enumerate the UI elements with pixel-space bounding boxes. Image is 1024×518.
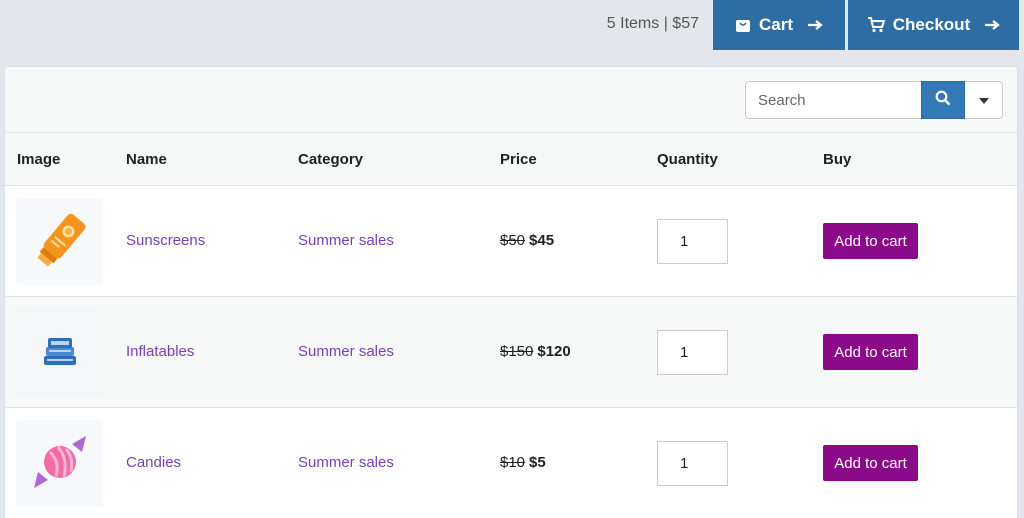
inflatable-icon xyxy=(40,334,80,372)
cart-button[interactable]: Cart xyxy=(713,0,845,50)
quantity-input[interactable] xyxy=(657,330,728,375)
product-name-link[interactable]: Candies xyxy=(126,454,181,471)
bag-icon xyxy=(735,17,751,33)
candy-icon xyxy=(28,430,92,498)
sale-price: $5 xyxy=(529,454,546,471)
search-button[interactable] xyxy=(921,81,965,119)
panel-toolbar xyxy=(5,67,1017,133)
product-category-link[interactable]: Summer sales xyxy=(298,232,394,249)
product-name-link[interactable]: Sunscreens xyxy=(126,232,205,249)
checkout-button-label: Checkout xyxy=(892,15,971,34)
arrow-right-icon xyxy=(984,19,1000,31)
column-header-category: Category xyxy=(298,151,364,168)
product-image xyxy=(16,198,103,285)
cart-summary: 5 Items | $57 xyxy=(606,15,699,32)
product-image xyxy=(16,309,103,396)
sale-price: $120 xyxy=(537,343,571,360)
column-header-image: Image xyxy=(17,151,61,168)
column-header-price: Price xyxy=(500,151,537,168)
product-image xyxy=(16,420,103,507)
arrow-right-icon xyxy=(807,19,823,31)
product-category-link[interactable]: Summer sales xyxy=(298,343,394,360)
sunscreen-icon xyxy=(30,208,90,276)
table-row: Candies Summer sales $10$5 Add to cart xyxy=(5,408,1017,518)
product-panel: Image Name Category Price Quantity Buy xyxy=(4,66,1018,518)
table-header: Image Name Category Price Quantity Buy xyxy=(5,133,1017,186)
shopping-cart-icon xyxy=(867,17,885,33)
column-header-name: Name xyxy=(126,151,167,168)
checkout-button[interactable]: Checkout xyxy=(848,0,1019,50)
product-price: $10 $5 xyxy=(500,454,546,471)
old-price: $50 xyxy=(500,232,526,249)
table-row: Sunscreens Summer sales $50$45 Add to ca… xyxy=(5,186,1017,297)
search-options-dropdown[interactable] xyxy=(965,81,1003,119)
old-price: $10 xyxy=(500,454,526,471)
add-to-cart-button[interactable]: Add to cart xyxy=(823,223,918,259)
column-header-quantity: Quantity xyxy=(657,151,718,168)
product-name-link[interactable]: Inflatables xyxy=(126,343,194,360)
add-to-cart-button[interactable]: Add to cart xyxy=(823,334,918,370)
search-icon xyxy=(935,90,951,111)
old-price: $150 xyxy=(500,343,534,360)
sale-price: $45 xyxy=(529,232,555,249)
column-header-buy: Buy xyxy=(823,151,852,168)
product-category-link[interactable]: Summer sales xyxy=(298,454,394,471)
product-price: $50 $45 xyxy=(500,232,554,249)
table-row: Inflatables Summer sales $150$120 Add to… xyxy=(5,297,1017,408)
quantity-input[interactable] xyxy=(657,219,728,264)
add-to-cart-button[interactable]: Add to cart xyxy=(823,445,918,481)
top-bar: 5 Items | $57 Cart Checkout xyxy=(0,0,1024,50)
cart-button-label: Cart xyxy=(758,15,793,34)
quantity-input[interactable] xyxy=(657,441,728,486)
caret-down-icon xyxy=(978,91,989,109)
search-group xyxy=(745,81,1003,119)
product-price: $150 $120 xyxy=(500,343,571,360)
search-input[interactable] xyxy=(745,81,921,119)
